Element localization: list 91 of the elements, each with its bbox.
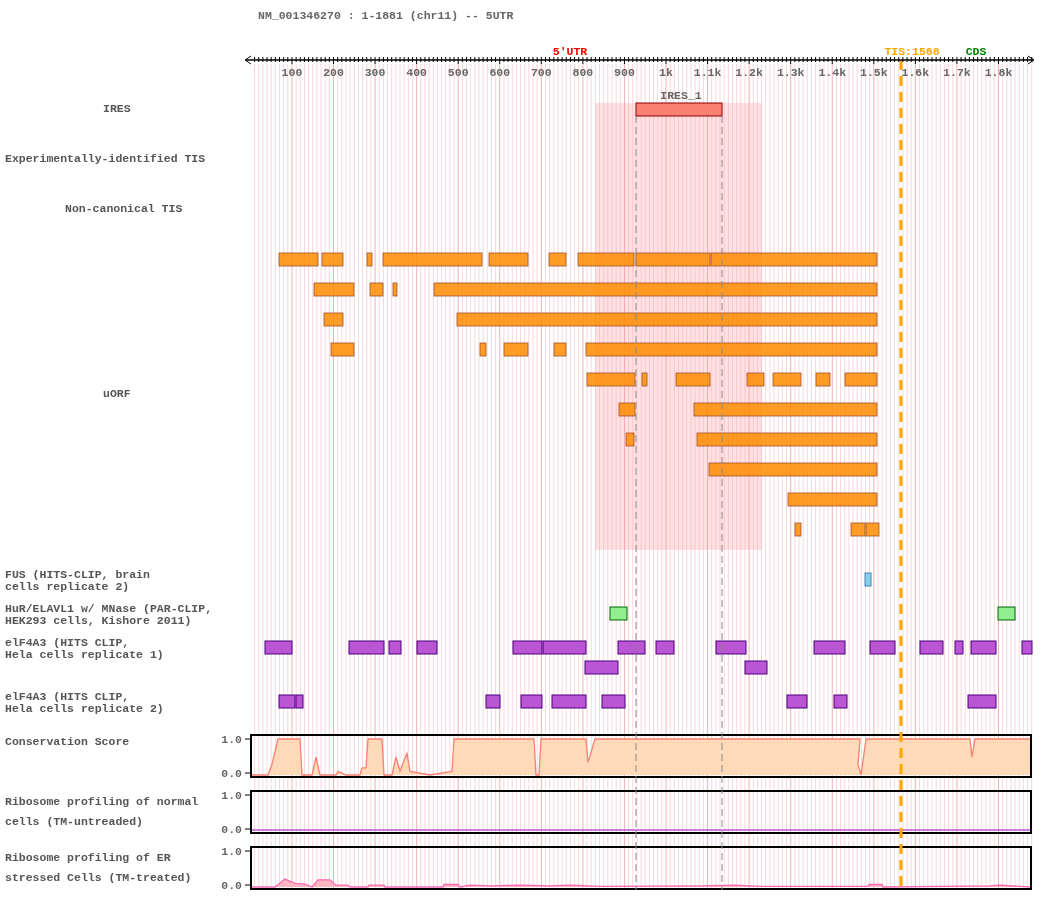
binding-site-bar — [970, 640, 997, 655]
axis-tick-label: 1.7k — [943, 66, 971, 79]
uorf-bar — [815, 372, 831, 387]
binding-site-bar — [813, 640, 846, 655]
axis-tick-label: 1.4k — [818, 66, 847, 79]
track-label: elF4A3 (HITS CLIP, Hela cells replicate 2) — [5, 691, 164, 715]
y-axis-min: 0.0 — [221, 879, 242, 892]
uorf-bar — [323, 312, 344, 327]
axis-tick-label: 1.1k — [693, 66, 722, 79]
axis-tick-label: 400 — [406, 66, 427, 79]
axis-tick-label: 1.3k — [776, 66, 805, 79]
binding-site-bar — [388, 640, 402, 655]
uorf-bar — [746, 372, 765, 387]
uorf-bar — [772, 372, 802, 387]
uorf-bar — [850, 522, 866, 537]
binding-site-bar — [416, 640, 438, 655]
uorf-bar — [577, 252, 635, 267]
axis-tick-label: 800 — [572, 66, 594, 79]
binding-site-bar — [786, 694, 808, 709]
binding-site-bar — [869, 640, 896, 655]
binding-site-bar — [264, 640, 293, 655]
axis-tick-label: 500 — [447, 66, 469, 79]
y-axis-max: 1.0 — [221, 789, 242, 802]
uorf-bar — [618, 402, 636, 417]
binding-site-bar — [997, 606, 1016, 621]
binding-site-bar — [1021, 640, 1033, 655]
binding-site-bar — [967, 694, 997, 709]
uorf-bar — [794, 522, 802, 537]
uorf-bar — [369, 282, 384, 297]
uorf-bar — [479, 342, 487, 357]
binding-site-bar — [551, 694, 587, 709]
uorf-bar — [488, 252, 529, 267]
uorf-bar — [548, 252, 567, 267]
uorf-bar — [321, 252, 344, 267]
uorf-bar — [392, 282, 398, 297]
ires-feature-label: IRES_1 — [660, 89, 702, 102]
axis-tick-label: 900 — [614, 66, 635, 79]
uorf-bar — [625, 432, 635, 447]
track-label: uORF — [103, 388, 131, 400]
track-label: Ribosome profiling of ER stressed Cells (TM-treated) — [5, 850, 192, 886]
uorf-bar — [844, 372, 878, 387]
axis-tick-label: 1.6k — [901, 66, 930, 79]
uorf-bar — [641, 372, 648, 387]
binding-site-bar — [617, 640, 646, 655]
binding-site-bar — [655, 640, 675, 655]
axis-tick-label: 100 — [281, 66, 303, 79]
y-axis-min: 0.0 — [221, 767, 242, 780]
axis-tick-label: 600 — [489, 66, 511, 79]
axis-tick-label: 1.5k — [860, 66, 888, 79]
track-label: FUS (HITS-CLIP, brain cells replicate 2) — [5, 569, 150, 593]
axis-tick-label: 300 — [364, 66, 386, 79]
uorf-bar — [278, 252, 319, 267]
uorf-bar — [675, 372, 711, 387]
track-label: Non-canonical TIS — [65, 203, 183, 215]
uorf-bar — [586, 372, 636, 387]
cds-label: CDS — [965, 45, 987, 58]
uorf-bar — [553, 342, 567, 357]
axis-tick-label: 700 — [530, 66, 552, 79]
axis-tick-label: 1k — [659, 66, 673, 79]
binding-site-bar — [609, 606, 628, 621]
uorf-bar — [503, 342, 529, 357]
binding-site-bar — [919, 640, 944, 655]
track-label: IRES — [103, 103, 131, 115]
track-label: elF4A3 (HITS CLIP, Hela cells replicate 1) — [5, 637, 164, 661]
axis-tick-label: 200 — [323, 66, 344, 79]
uorf-bar — [865, 522, 880, 537]
binding-site-bar — [485, 694, 501, 709]
uorf-bar — [313, 282, 355, 297]
utr-region-label: 5'UTR — [552, 45, 588, 58]
uorf-bar — [366, 252, 373, 267]
track-label: HuR/ELAVL1 w/ MNase (PAR-CLIP, HEK293 cells, Kishore 2011) — [5, 603, 213, 627]
track-label: Conservation Score — [5, 736, 130, 748]
binding-site-bar — [348, 640, 385, 655]
track-label: Experimentally-identified TIS — [5, 153, 206, 165]
transcript-title: NM_001346270 : 1-1881 (chr11) -- 5UTR — [258, 9, 514, 22]
binding-site-bar — [715, 640, 747, 655]
axis-tick-label: 1.8k — [984, 66, 1013, 79]
binding-site-bar — [520, 694, 543, 709]
binding-site-bar — [864, 572, 872, 587]
binding-site-bar — [954, 640, 964, 655]
tis-label: TIS:1568 — [884, 45, 940, 58]
uorf-bar — [330, 342, 355, 357]
binding-site-bar — [744, 660, 768, 675]
binding-site-bar — [601, 694, 626, 709]
binding-site-bar — [584, 660, 619, 675]
y-axis-min: 0.0 — [221, 823, 242, 836]
y-axis-max: 1.0 — [221, 845, 242, 858]
track-label: Ribosome profiling of normal cells (TM-untreaded) — [5, 794, 199, 830]
axis-tick-label: 1.2k — [735, 66, 763, 79]
y-axis-max: 1.0 — [221, 733, 242, 746]
binding-site-bar — [833, 694, 848, 709]
